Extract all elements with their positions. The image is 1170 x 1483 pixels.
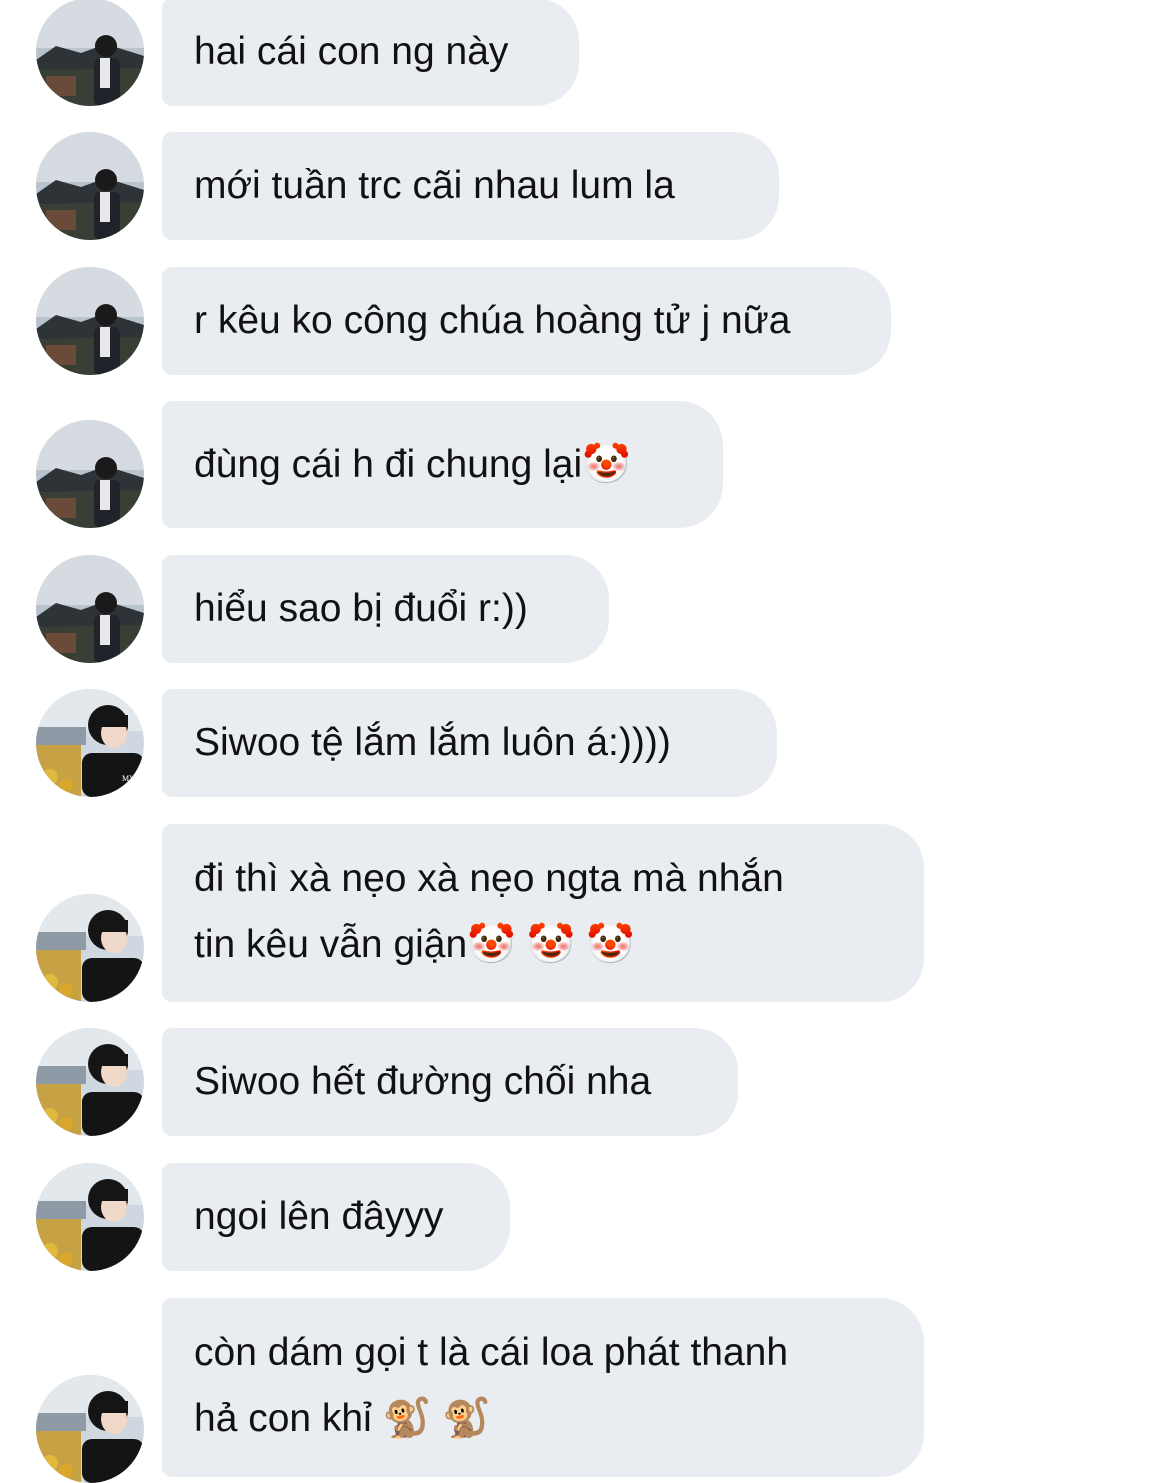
message-text: hai cái con ng này: [194, 30, 509, 73]
avatar-photo-city: [36, 894, 144, 1002]
message-bubble[interactable]: đi thì xà nẹo xà nẹo ngta mà nhắn tin kê…: [162, 824, 924, 1002]
avatar-photo-temple: [36, 555, 144, 663]
avatar[interactable]: [36, 1163, 144, 1271]
message-row: mới tuần trc cãi nhau lum la: [0, 132, 1170, 240]
message-row: hai cái con ng này: [0, 0, 1170, 106]
avatar-photo-temple: [36, 0, 144, 106]
message-bubble[interactable]: Siwoo tệ lắm lắm luôn á:)))): [162, 689, 777, 797]
message-text: còn dám gọi t là cái loa phát thanh hả c…: [194, 1331, 789, 1440]
shirt-print: MY MISSION: [122, 774, 144, 783]
avatar[interactable]: [36, 1375, 144, 1483]
message-text: Siwoo tệ lắm lắm luôn á:)))): [194, 721, 671, 764]
message-bubble[interactable]: r kêu ko công chúa hoàng tử j nữa: [162, 267, 891, 375]
avatar-photo-city: [36, 1163, 144, 1271]
message-row: còn dám gọi t là cái loa phát thanh hả c…: [0, 1298, 1170, 1483]
message-row: hiểu sao bị đuổi r:)): [0, 555, 1170, 663]
avatar-photo-city: [36, 1028, 144, 1136]
avatar-photo-temple: [36, 420, 144, 528]
message-text: đi thì xà nẹo xà nẹo ngta mà nhắn tin kê…: [194, 857, 784, 966]
avatar[interactable]: [36, 132, 144, 240]
message-bubble[interactable]: còn dám gọi t là cái loa phát thanh hả c…: [162, 1298, 924, 1477]
message-row: Siwoo hết đường chối nha: [0, 1028, 1170, 1136]
message-bubble[interactable]: hiểu sao bị đuổi r:)): [162, 555, 609, 663]
avatar-photo-temple: [36, 132, 144, 240]
message-text: Siwoo hết đường chối nha: [194, 1060, 652, 1103]
message-row: ngoi lên đâyyy: [0, 1163, 1170, 1271]
message-row: đi thì xà nẹo xà nẹo ngta mà nhắn tin kê…: [0, 824, 1170, 1002]
message-text: r kêu ko công chúa hoàng tử j nữa: [194, 299, 791, 342]
message-bubble[interactable]: Siwoo hết đường chối nha: [162, 1028, 738, 1136]
avatar[interactable]: [36, 420, 144, 528]
message-text: ngoi lên đâyyy: [194, 1195, 444, 1238]
avatar[interactable]: [36, 555, 144, 663]
avatar[interactable]: [36, 0, 144, 106]
message-bubble[interactable]: ngoi lên đâyyy: [162, 1163, 510, 1271]
message-text: hiểu sao bị đuổi r:)): [194, 587, 528, 630]
avatar-photo-city: [36, 1375, 144, 1483]
avatar[interactable]: MY MISSION: [36, 689, 144, 797]
message-row: r kêu ko công chúa hoàng tử j nữa: [0, 267, 1170, 375]
avatar-photo-city: MY MISSION: [36, 689, 144, 797]
message-bubble[interactable]: đùng cái h đi chung lại🤡: [162, 401, 723, 528]
avatar[interactable]: [36, 1028, 144, 1136]
message-bubble[interactable]: hai cái con ng này: [162, 0, 579, 106]
avatar[interactable]: [36, 267, 144, 375]
avatar[interactable]: [36, 894, 144, 1002]
message-text: đùng cái h đi chung lại🤡: [194, 442, 631, 486]
message-row: MY MISSION Siwoo tệ lắm lắm luôn á:)))): [0, 689, 1170, 797]
avatar-photo-temple: [36, 267, 144, 375]
message-row: đùng cái h đi chung lại🤡: [0, 401, 1170, 528]
message-text: mới tuần trc cãi nhau lum la: [194, 164, 675, 207]
message-bubble[interactable]: mới tuần trc cãi nhau lum la: [162, 132, 779, 240]
